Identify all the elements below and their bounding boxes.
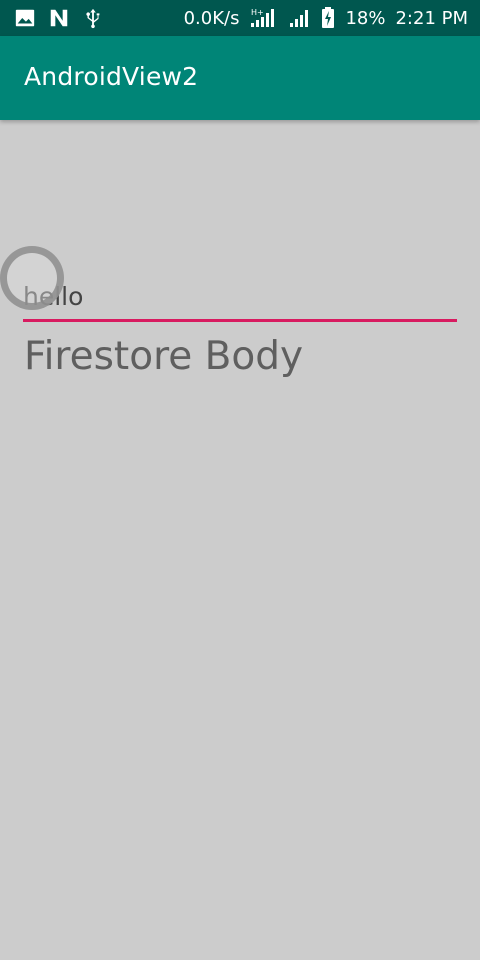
status-bar-left-icons bbox=[14, 0, 104, 36]
signal-icon bbox=[289, 7, 311, 29]
image-icon bbox=[14, 7, 36, 29]
status-bar: 0.0K/s H+ 18% 2:21 PM bbox=[0, 0, 480, 36]
signal-hplus-icon: H+ bbox=[249, 7, 279, 29]
app-title: AndroidView2 bbox=[24, 62, 199, 91]
status-bar-right: 0.0K/s H+ 18% 2:21 PM bbox=[174, 0, 468, 36]
n-icon bbox=[48, 7, 70, 29]
network-speed: 0.0K/s bbox=[183, 7, 240, 29]
edit-underline bbox=[23, 319, 457, 322]
clock: 2:21 PM bbox=[395, 7, 468, 29]
app-bar: AndroidView2 bbox=[0, 36, 480, 120]
main-content: hello Firestore Body bbox=[0, 120, 480, 960]
firestore-body-text: Firestore Body bbox=[24, 334, 304, 379]
battery-charging-icon bbox=[321, 7, 335, 29]
usb-icon bbox=[82, 7, 104, 29]
hello-edit-field[interactable]: hello bbox=[23, 280, 457, 324]
touch-indicator bbox=[0, 246, 64, 310]
svg-text:H+: H+ bbox=[251, 8, 264, 17]
battery-percent: 18% bbox=[345, 7, 386, 29]
